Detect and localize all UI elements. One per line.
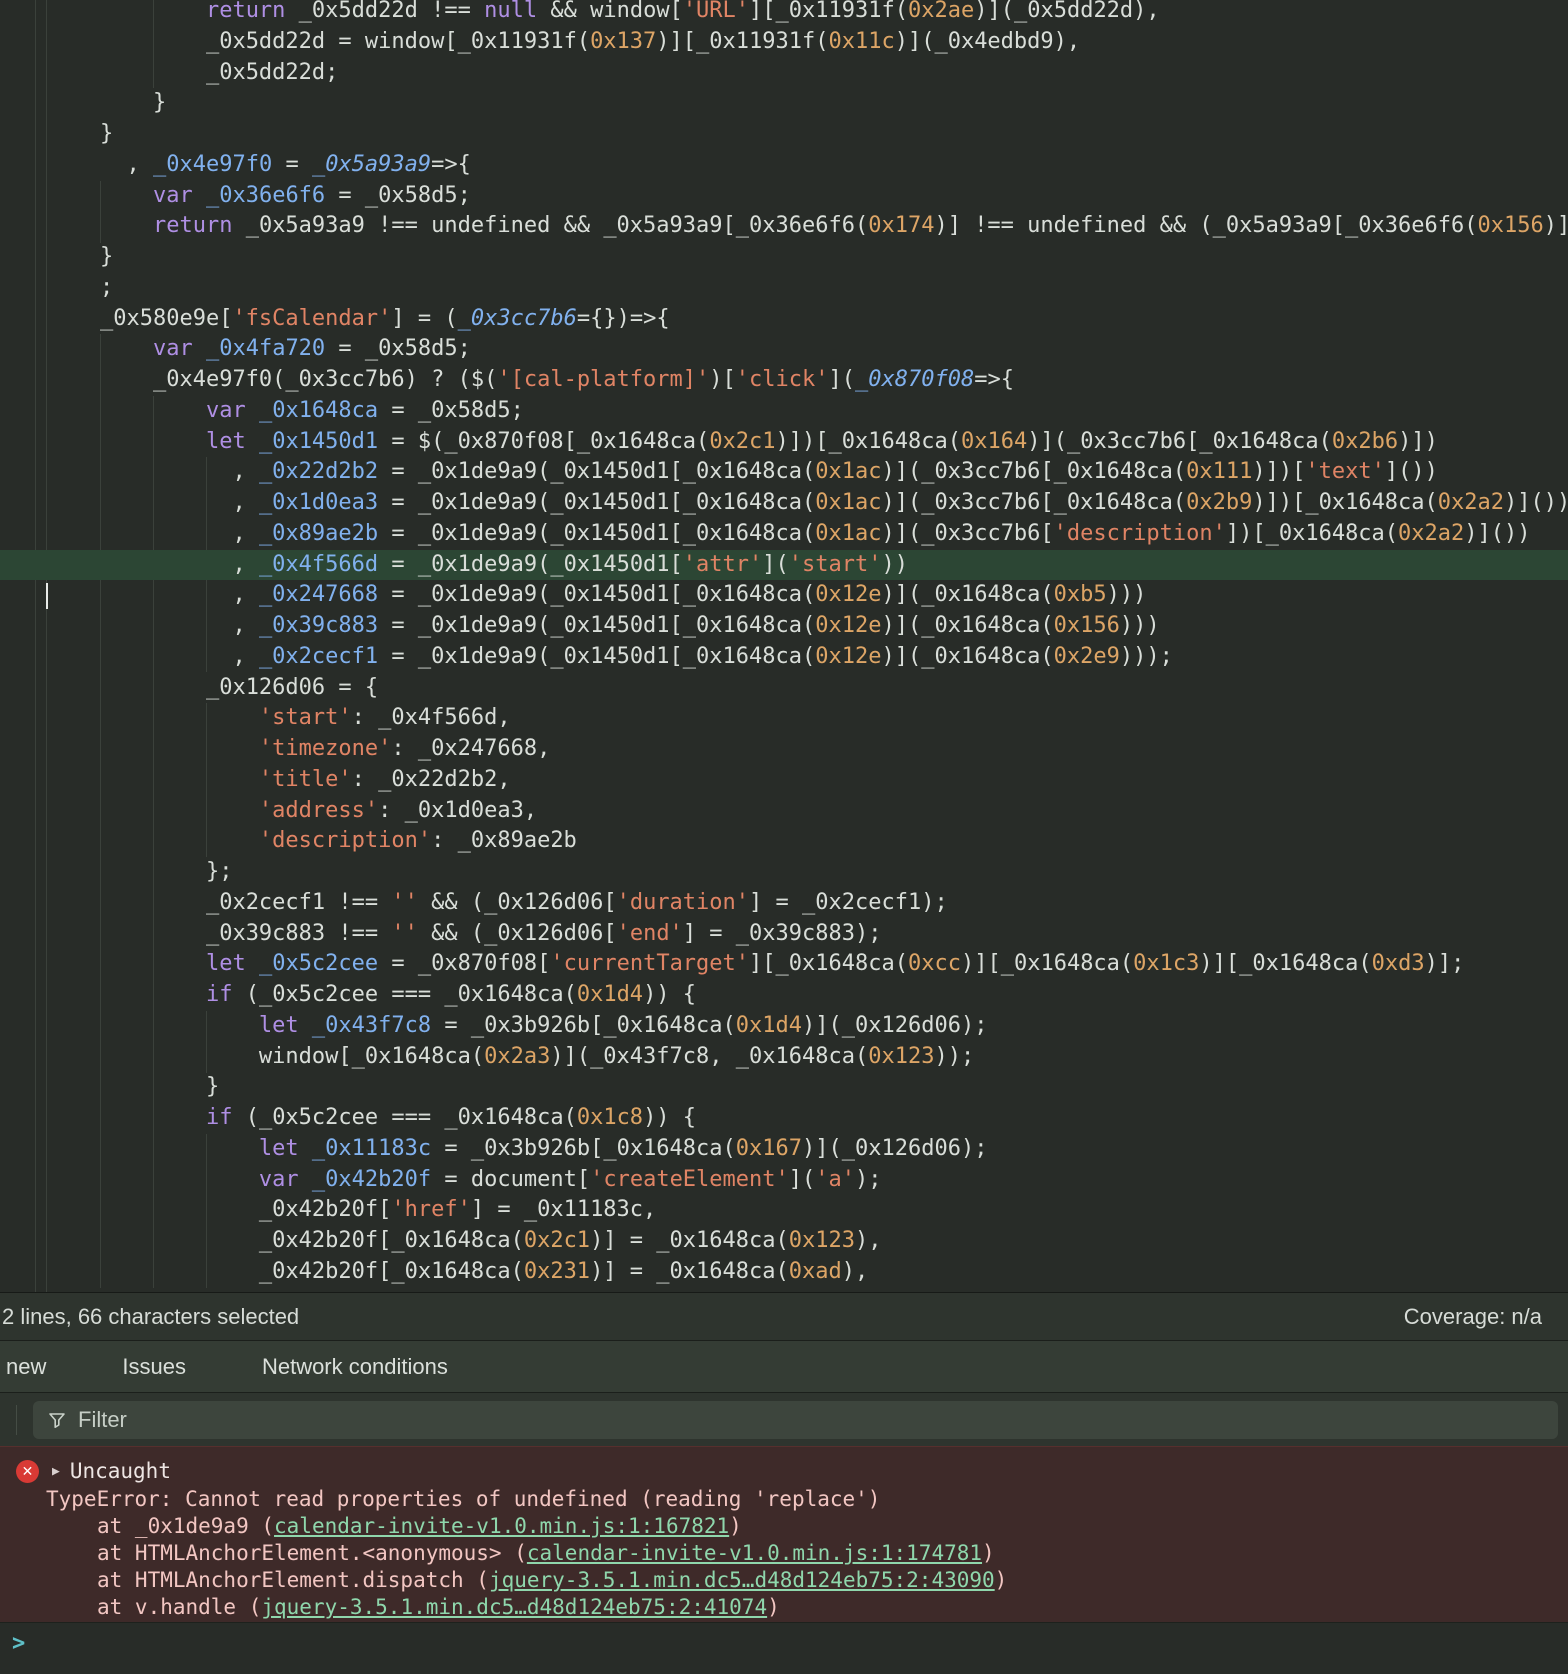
code-line[interactable]: _0x5dd22d; bbox=[0, 58, 1568, 89]
stack-trace-link[interactable]: calendar-invite-v1.0.min.js:1:174781 bbox=[527, 1541, 982, 1565]
code-line[interactable]: }; bbox=[0, 857, 1568, 888]
code-line[interactable]: _0x42b20f['href'] = _0x11183c, bbox=[0, 1195, 1568, 1226]
code-line[interactable]: , _0x22d2b2 = _0x1de9a9(_0x1450d1[_0x164… bbox=[0, 457, 1568, 488]
sources-editor[interactable]: return _0x5dd22d !== null && window['URL… bbox=[0, 0, 1568, 1292]
stack-frame: at HTMLAnchorElement.<anonymous> (calend… bbox=[97, 1541, 995, 1565]
code-line[interactable]: , _0x4e97f0 = _0x5a93a9=>{ bbox=[0, 150, 1568, 181]
console-error-message: ✕ ▶ Uncaught TypeError: Cannot read prop… bbox=[0, 1446, 1568, 1622]
code-line[interactable]: } bbox=[0, 88, 1568, 119]
error-icon: ✕ bbox=[16, 1459, 39, 1483]
code-lines: return _0x5dd22d !== null && window['URL… bbox=[0, 0, 1568, 1288]
stack-frame: at v.handle (jquery-3.5.1.min.dc5…d48d12… bbox=[97, 1595, 780, 1619]
stack-trace-link[interactable]: jquery-3.5.1.min.dc5…d48d124eb75:2:41074 bbox=[261, 1595, 767, 1619]
console-prompt[interactable]: > bbox=[0, 1622, 1568, 1674]
console-filter-input[interactable]: Filter bbox=[33, 1400, 1558, 1439]
code-line[interactable]: _0x39c883 !== '' && (_0x126d06['end'] = … bbox=[0, 919, 1568, 950]
console-toolbar: Filter bbox=[0, 1392, 1568, 1446]
drawer-tab-bar: new Issues Network conditions bbox=[0, 1340, 1568, 1392]
code-line[interactable]: var _0x4fa720 = _0x58d5; bbox=[0, 334, 1568, 365]
code-line[interactable]: 'title': _0x22d2b2, bbox=[0, 765, 1568, 796]
filter-icon bbox=[47, 1410, 67, 1430]
sources-status-bar: 2 lines, 66 characters selected Coverage… bbox=[0, 1292, 1568, 1340]
code-line[interactable]: 'description': _0x89ae2b bbox=[0, 826, 1568, 857]
code-line[interactable]: if (_0x5c2cee === _0x1648ca(0x1d4)) { bbox=[0, 980, 1568, 1011]
error-message-text: TypeError: Cannot read properties of und… bbox=[46, 1487, 881, 1511]
code-line[interactable]: } bbox=[0, 119, 1568, 150]
stack-frame: at _0x1de9a9 (calendar-invite-v1.0.min.j… bbox=[97, 1514, 742, 1538]
stack-frame: at HTMLAnchorElement.dispatch (jquery-3.… bbox=[97, 1568, 1008, 1592]
tab-whats-new[interactable]: new bbox=[6, 1354, 46, 1380]
expand-triangle-icon[interactable]: ▶ bbox=[52, 1464, 60, 1479]
code-line[interactable]: _0x126d06 = { bbox=[0, 673, 1568, 704]
code-line[interactable]: , _0x1d0ea3 = _0x1de9a9(_0x1450d1[_0x164… bbox=[0, 488, 1568, 519]
filter-placeholder: Filter bbox=[78, 1406, 127, 1432]
selection-status: 2 lines, 66 characters selected bbox=[2, 1303, 300, 1329]
code-line[interactable]: window[_0x1648ca(0x2a3)](_0x43f7c8, _0x1… bbox=[0, 1042, 1568, 1073]
error-stack: at _0x1de9a9 (calendar-invite-v1.0.min.j… bbox=[0, 1513, 1568, 1621]
code-line[interactable]: if (_0x5c2cee === _0x1648ca(0x1c8)) { bbox=[0, 1103, 1568, 1134]
code-line[interactable]: 'address': _0x1d0ea3, bbox=[0, 796, 1568, 827]
code-line[interactable]: let _0x11183c = _0x3b926b[_0x1648ca(0x16… bbox=[0, 1134, 1568, 1165]
code-line[interactable]: } bbox=[0, 1072, 1568, 1103]
code-line[interactable]: _0x42b20f[_0x1648ca(0x2c1)] = _0x1648ca(… bbox=[0, 1226, 1568, 1257]
code-line[interactable]: var _0x36e6f6 = _0x58d5; bbox=[0, 181, 1568, 212]
code-line[interactable]: let _0x43f7c8 = _0x3b926b[_0x1648ca(0x1d… bbox=[0, 1011, 1568, 1042]
code-line[interactable]: _0x4e97f0(_0x3cc7b6) ? ($('[cal-platform… bbox=[0, 365, 1568, 396]
code-line[interactable]: _0x2cecf1 !== '' && (_0x126d06['duration… bbox=[0, 888, 1568, 919]
coverage-status: Coverage: n/a bbox=[1403, 1303, 1542, 1329]
code-line[interactable]: let _0x1450d1 = $(_0x870f08[_0x1648ca(0x… bbox=[0, 427, 1568, 458]
code-line[interactable]: var _0x42b20f = document['createElement'… bbox=[0, 1165, 1568, 1196]
code-line[interactable]: _0x580e9e['fsCalendar'] = (_0x3cc7b6={})… bbox=[0, 304, 1568, 335]
code-line[interactable]: 'start': _0x4f566d, bbox=[0, 703, 1568, 734]
toolbar-divider bbox=[16, 1404, 17, 1435]
code-line[interactable]: var _0x1648ca = _0x58d5; bbox=[0, 396, 1568, 427]
code-line[interactable]: _0x5dd22d = window[_0x11931f(0x137)][_0x… bbox=[0, 27, 1568, 58]
error-level: Uncaught bbox=[69, 1459, 171, 1483]
code-line[interactable]: , _0x89ae2b = _0x1de9a9(_0x1450d1[_0x164… bbox=[0, 519, 1568, 550]
code-line[interactable]: let _0x5c2cee = _0x870f08['currentTarget… bbox=[0, 949, 1568, 980]
tab-network-conditions[interactable]: Network conditions bbox=[262, 1354, 448, 1380]
console-prompt-icon: > bbox=[12, 1631, 26, 1656]
text-cursor bbox=[46, 583, 48, 609]
tab-issues[interactable]: Issues bbox=[122, 1354, 186, 1380]
code-line[interactable]: ; bbox=[0, 273, 1568, 304]
code-line[interactable]: } bbox=[0, 242, 1568, 273]
code-line[interactable]: , _0x39c883 = _0x1de9a9(_0x1450d1[_0x164… bbox=[0, 611, 1568, 642]
code-line[interactable]: 'timezone': _0x247668, bbox=[0, 734, 1568, 765]
code-line[interactable]: , _0x247668 = _0x1de9a9(_0x1450d1[_0x164… bbox=[0, 580, 1568, 611]
code-line[interactable]: , _0x4f566d = _0x1de9a9(_0x1450d1['attr'… bbox=[0, 549, 1568, 581]
code-line[interactable]: , _0x2cecf1 = _0x1de9a9(_0x1450d1[_0x164… bbox=[0, 642, 1568, 673]
stack-trace-link[interactable]: calendar-invite-v1.0.min.js:1:167821 bbox=[274, 1514, 729, 1538]
code-line[interactable]: return _0x5a93a9 !== undefined && _0x5a9… bbox=[0, 211, 1568, 242]
code-line[interactable]: return _0x5dd22d !== null && window['URL… bbox=[0, 0, 1568, 27]
stack-trace-link[interactable]: jquery-3.5.1.min.dc5…d48d124eb75:2:43090 bbox=[489, 1568, 995, 1592]
code-line[interactable]: _0x42b20f[_0x1648ca(0x231)] = _0x1648ca(… bbox=[0, 1257, 1568, 1288]
